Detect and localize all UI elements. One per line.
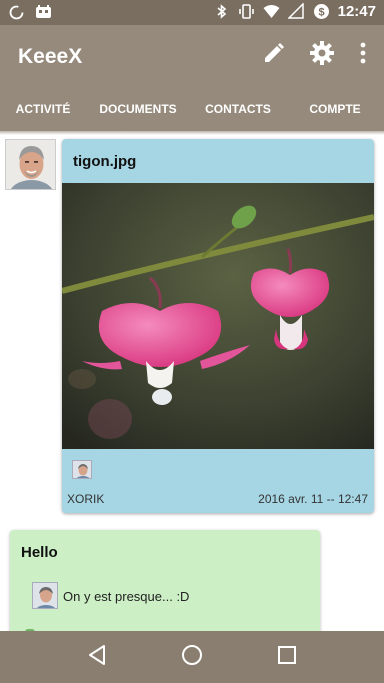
- tab-bar: ACTIVITÉ DOCUMENTS CONTACTS COMPTE: [0, 98, 384, 135]
- settings-icon: [309, 40, 335, 71]
- recents-button[interactable]: [272, 642, 302, 672]
- tab-shadow: [0, 131, 384, 135]
- document-image[interactable]: [62, 183, 374, 449]
- sync-icon: [8, 4, 25, 21]
- more-options-button[interactable]: [356, 41, 370, 69]
- avatar[interactable]: [5, 139, 56, 190]
- timestamp: 2016 avr. 11 -- 12:47: [258, 492, 368, 506]
- android-debug-icon: [35, 4, 52, 21]
- edit-icon: [262, 41, 286, 70]
- author-avatar[interactable]: [32, 582, 58, 609]
- signal-icon: [286, 2, 305, 20]
- app-title: KeeeX: [18, 45, 83, 68]
- navigation-bar: [0, 631, 384, 683]
- tab-activite[interactable]: ACTIVITÉ: [0, 98, 86, 135]
- data-saver-icon: $: [313, 3, 330, 20]
- clock: 12:47: [337, 3, 376, 20]
- feed-item-document[interactable]: tigon.jpg XORIK 2016 avr. 11 -- 12:47: [62, 139, 374, 513]
- author-avatar[interactable]: [72, 460, 92, 479]
- back-icon: [87, 644, 107, 671]
- author-name: XORIK: [67, 492, 105, 506]
- tab-compte[interactable]: COMPTE: [286, 98, 384, 133]
- settings-button[interactable]: [308, 40, 336, 71]
- document-title: tigon.jpg: [73, 153, 137, 170]
- tab-documents[interactable]: DOCUMENTS: [86, 98, 190, 133]
- wifi-icon: [263, 3, 280, 20]
- recents-icon: [277, 645, 297, 670]
- app-bar: KeeeX ACTIVITÉ DOCUMENTS CONTACTS COMPTE: [0, 25, 384, 135]
- bluetooth-icon: [213, 3, 230, 20]
- more-vert-icon: [360, 42, 366, 69]
- home-icon: [181, 644, 203, 671]
- vibrate-icon: [238, 3, 255, 20]
- svg-text:$: $: [318, 7, 324, 19]
- status-bar: $ 12:47: [0, 0, 384, 25]
- tab-contacts[interactable]: CONTACTS: [190, 98, 286, 133]
- home-button[interactable]: [177, 642, 207, 672]
- edit-button[interactable]: [260, 41, 288, 69]
- back-button[interactable]: [82, 642, 112, 672]
- message-text: On y est presque... :D: [63, 589, 190, 604]
- feed-item-message[interactable]: Hello On y est presque... :D: [10, 530, 320, 640]
- message-title: Hello: [21, 544, 58, 561]
